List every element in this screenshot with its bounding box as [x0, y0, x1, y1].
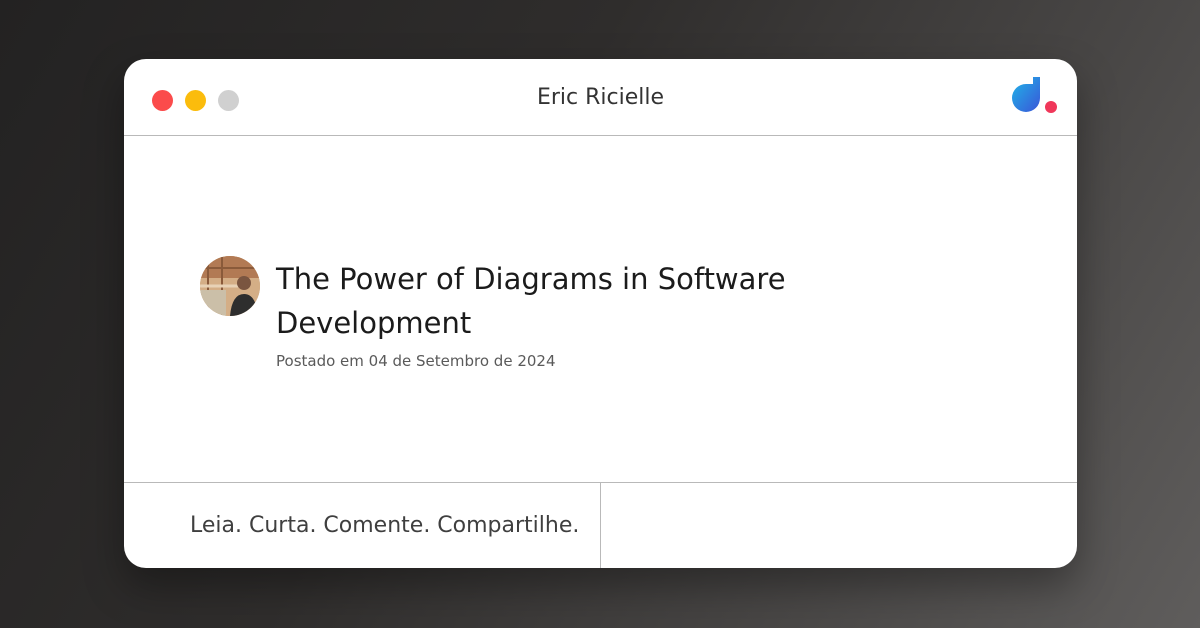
- card-footer: Leia. Curta. Comente. Compartilhe.: [124, 482, 1077, 568]
- brand-logo-icon: [1012, 77, 1057, 113]
- footer-divider: [600, 483, 601, 568]
- footer-tagline: Leia. Curta. Comente. Compartilhe.: [190, 513, 580, 538]
- window-title: Eric Ricielle: [536, 85, 665, 110]
- post-card-window: Eric Ricielle The Power of Diagrams in S…: [124, 59, 1077, 568]
- title-bar: Eric Ricielle: [124, 59, 1077, 136]
- post-content: The Power of Diagrams in Software Develo…: [124, 137, 1077, 482]
- author-avatar: [200, 256, 260, 316]
- post-date: Postado em 04 de Setembro de 2024: [276, 352, 556, 370]
- post-title[interactable]: The Power of Diagrams in Software Develo…: [276, 257, 916, 345]
